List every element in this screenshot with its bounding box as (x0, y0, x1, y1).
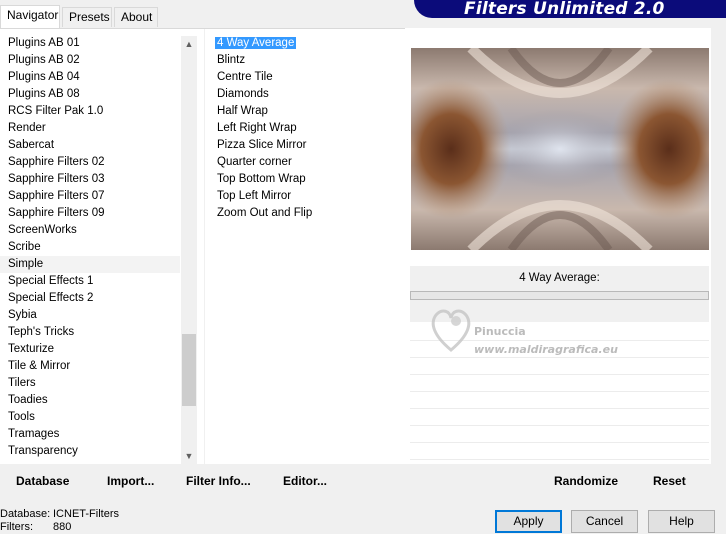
database-button[interactable]: Database (16, 474, 69, 488)
right-toolbar: Randomize Reset (405, 465, 711, 493)
category-item[interactable]: Transparency (0, 443, 180, 460)
tab-navigator[interactable]: Navigator (0, 5, 60, 28)
scroll-thumb[interactable] (182, 334, 196, 406)
category-item[interactable]: Sapphire Filters 02 (0, 154, 180, 171)
apply-button[interactable]: Apply (495, 510, 562, 533)
import-button[interactable]: Import... (107, 474, 154, 488)
watermark: Pinuccia www.maldiragrafica.eu (428, 305, 628, 356)
preview-image (411, 48, 709, 250)
filter-item[interactable]: Half Wrap (205, 103, 400, 120)
status-area: Database: ICNET-Filters Filters: 880 (0, 508, 119, 534)
filter-item-label: Quarter corner (217, 156, 292, 168)
cancel-button[interactable]: Cancel (571, 510, 638, 533)
category-item[interactable]: Tools (0, 409, 180, 426)
tab-about[interactable]: About (114, 7, 158, 27)
database-value: ICNET-Filters (53, 508, 119, 520)
filter-item-label: Top Left Mirror (217, 190, 292, 202)
database-label: Database: (0, 508, 51, 520)
filter-item[interactable]: 4 Way Average (205, 35, 400, 52)
tab-presets[interactable]: Presets (62, 7, 112, 27)
filters-label: Filters: (0, 521, 33, 533)
progress-bar (410, 291, 709, 300)
category-item[interactable]: Sapphire Filters 03 (0, 171, 180, 188)
filter-item[interactable]: Centre Tile (205, 69, 400, 86)
filter-item[interactable]: Diamonds (205, 86, 400, 103)
scroll-down-icon[interactable]: ▼ (181, 448, 197, 464)
filter-item-label: 4 Way Average (215, 37, 297, 49)
preview-panel: 4 Way Average: (405, 28, 711, 464)
category-list[interactable]: Plugins AB 01 Plugins AB 02 Plugins AB 04 P… (0, 29, 180, 465)
app-title: Filters Unlimited 2.0 (464, 0, 665, 18)
filter-item[interactable]: Top Bottom Wrap (205, 171, 400, 188)
category-item[interactable]: ScreenWorks (0, 222, 180, 239)
category-item[interactable]: Sabercat (0, 137, 180, 154)
category-item[interactable]: Simple (0, 256, 180, 273)
watermark-url: www.maldiragrafica.eu (474, 343, 618, 356)
category-item[interactable]: Teph's Tricks (0, 324, 180, 341)
filter-info-button[interactable]: Filter Info... (186, 474, 251, 488)
category-item[interactable]: Plugins AB 08 (0, 86, 180, 103)
filter-item-label: Diamonds (217, 88, 269, 100)
tab-bar: Navigator Presets About (0, 0, 410, 28)
category-item[interactable]: Special Effects 1 (0, 273, 180, 290)
filter-item-label: Top Bottom Wrap (217, 173, 306, 185)
filter-item-label: Blintz (217, 54, 246, 66)
heart-icon (431, 309, 471, 352)
app-banner: Filters Unlimited 2.0 (414, 0, 726, 18)
category-item[interactable]: Tilers (0, 375, 180, 392)
filter-item-label: Pizza Slice Mirror (217, 139, 307, 151)
filter-item[interactable]: Top Left Mirror (205, 188, 400, 205)
category-item[interactable]: Toadies (0, 392, 180, 409)
filter-item[interactable]: Left Right Wrap (205, 120, 400, 137)
category-item[interactable]: Tile & Mirror (0, 358, 180, 375)
category-scrollbar[interactable]: ▲ ▼ (181, 36, 197, 464)
category-item[interactable]: Plugins AB 02 (0, 52, 180, 69)
filter-item[interactable]: Pizza Slice Mirror (205, 137, 400, 154)
category-item[interactable]: Texturize (0, 341, 180, 358)
category-item[interactable]: RCS Filter Pak 1.0 (0, 103, 180, 120)
filter-item-label: Centre Tile (217, 71, 273, 83)
category-item[interactable]: Sapphire Filters 07 (0, 188, 180, 205)
filter-list[interactable]: 4 Way Average Blintz Centre Tile Diamonds Ha… (204, 29, 400, 465)
reset-button[interactable]: Reset (653, 474, 686, 488)
category-item[interactable]: Render (0, 120, 180, 137)
watermark-name: Pinuccia (474, 325, 526, 338)
category-item[interactable]: Sybia (0, 307, 180, 324)
category-item[interactable]: Sapphire Filters 09 (0, 205, 180, 222)
randomize-button[interactable]: Randomize (554, 474, 618, 488)
category-item[interactable]: Scribe (0, 239, 180, 256)
filter-item-label: Left Right Wrap (217, 122, 297, 134)
filter-item-label: Half Wrap (217, 105, 268, 117)
filters-count: 880 (53, 521, 72, 533)
filter-item[interactable]: Zoom Out and Flip (205, 205, 400, 222)
right-scrollbar[interactable] (716, 28, 726, 464)
category-item[interactable]: Special Effects 2 (0, 290, 180, 307)
left-toolbar: Database Import... Filter Info... Editor… (0, 465, 405, 493)
editor-button[interactable]: Editor... (283, 474, 327, 488)
selected-filter-name: 4 Way Average: (519, 272, 600, 284)
category-item[interactable]: Plugins AB 01 (0, 35, 180, 52)
filter-item[interactable]: Quarter corner (205, 154, 400, 171)
scroll-up-icon[interactable]: ▲ (181, 36, 197, 52)
help-button[interactable]: Help (648, 510, 715, 533)
category-item[interactable]: Tramages (0, 426, 180, 443)
category-item[interactable]: Plugins AB 04 (0, 69, 180, 86)
filter-item[interactable]: Blintz (205, 52, 400, 69)
navigator-panel: Plugins AB 01 Plugins AB 02 Plugins AB 04 P… (0, 28, 405, 465)
filter-item-label: Zoom Out and Flip (217, 207, 313, 219)
